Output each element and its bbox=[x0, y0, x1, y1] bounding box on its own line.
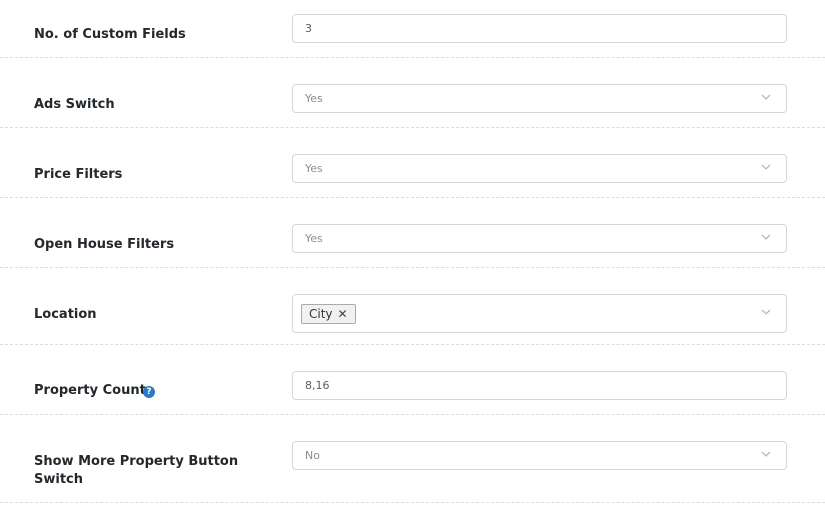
help-icon[interactable]: ? bbox=[143, 386, 155, 398]
open-house-filters-label: Open House Filters bbox=[34, 237, 175, 252]
property-count-value: 8,16 bbox=[305, 379, 330, 392]
custom-fields-label: No. of Custom Fields bbox=[34, 27, 186, 42]
chevron-down-icon bbox=[761, 94, 771, 102]
chevron-down-icon bbox=[761, 164, 771, 172]
open-house-filters-value: Yes bbox=[305, 232, 323, 245]
location-tag-city: City ✕ bbox=[301, 304, 356, 324]
chevron-down-icon bbox=[761, 451, 771, 459]
close-icon[interactable]: ✕ bbox=[338, 305, 348, 323]
row-separator bbox=[0, 127, 825, 128]
ads-switch-select[interactable]: Yes bbox=[292, 84, 787, 113]
row-separator bbox=[0, 57, 825, 58]
ads-switch-label: Ads Switch bbox=[34, 97, 115, 112]
location-multiselect[interactable]: City ✕ bbox=[292, 294, 787, 333]
price-filters-value: Yes bbox=[305, 162, 323, 175]
property-count-input[interactable]: 8,16 bbox=[292, 371, 787, 400]
row-separator bbox=[0, 344, 825, 345]
row-separator bbox=[0, 197, 825, 198]
show-more-value: No bbox=[305, 449, 320, 462]
custom-fields-value: 3 bbox=[305, 22, 312, 35]
location-label: Location bbox=[34, 307, 97, 322]
row-separator bbox=[0, 502, 825, 503]
chevron-down-icon bbox=[761, 309, 771, 317]
price-filters-label: Price Filters bbox=[34, 167, 123, 182]
ads-switch-value: Yes bbox=[305, 92, 323, 105]
open-house-filters-select[interactable]: Yes bbox=[292, 224, 787, 253]
price-filters-select[interactable]: Yes bbox=[292, 154, 787, 183]
row-separator bbox=[0, 267, 825, 268]
location-tag-label: City bbox=[309, 307, 333, 321]
row-separator bbox=[0, 414, 825, 415]
show-more-select[interactable]: No bbox=[292, 441, 787, 470]
custom-fields-input[interactable]: 3 bbox=[292, 14, 787, 43]
chevron-down-icon bbox=[761, 234, 771, 242]
show-more-label: Show More Property Button Switch bbox=[34, 454, 239, 487]
